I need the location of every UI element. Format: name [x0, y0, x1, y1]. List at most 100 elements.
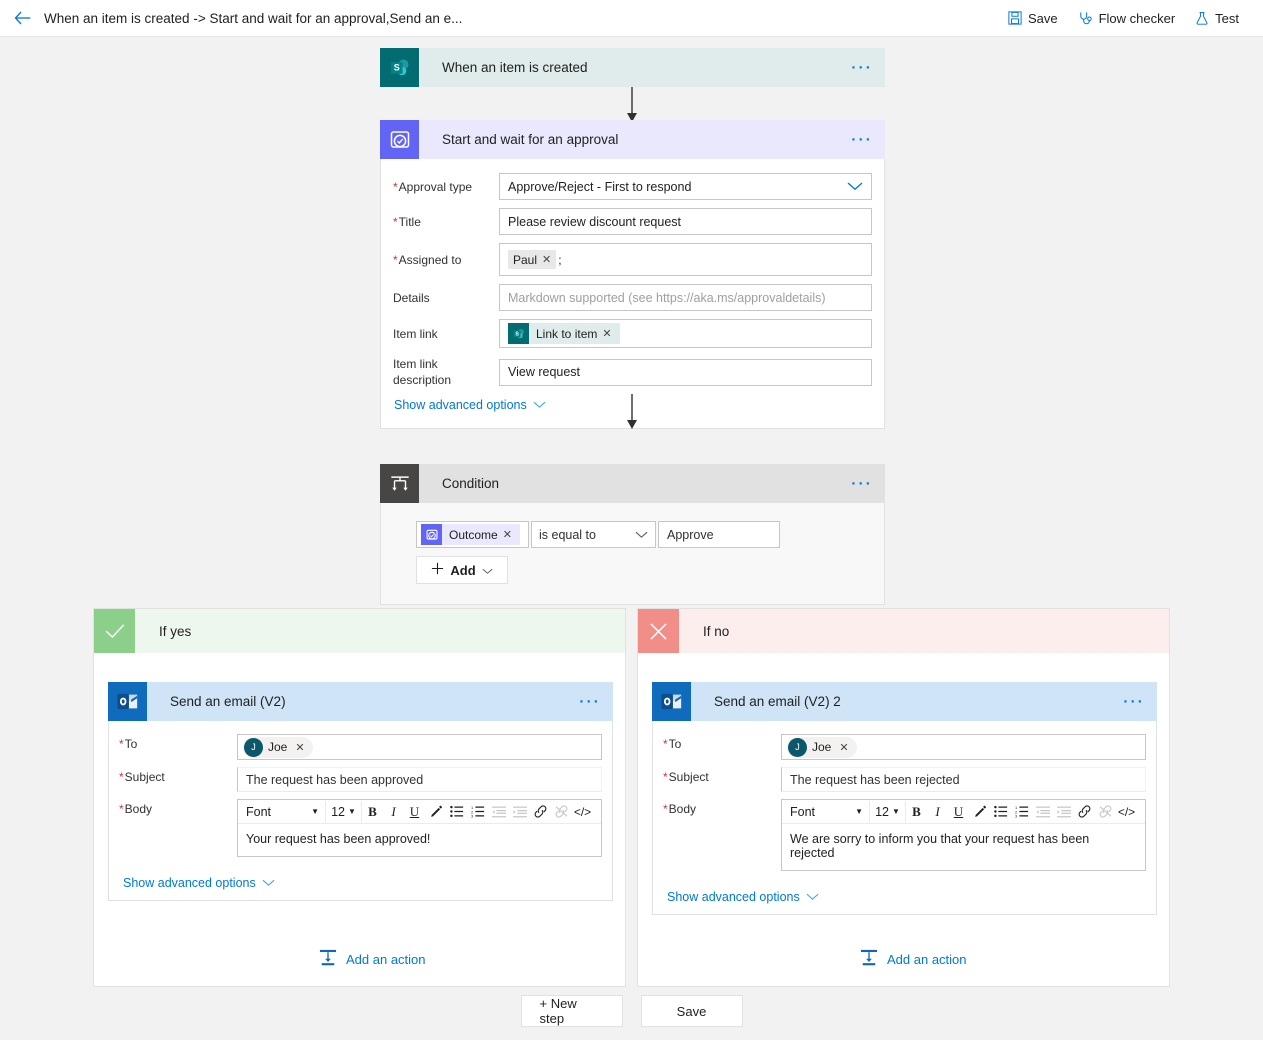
ellipsis-icon[interactable]: ···: [851, 476, 873, 491]
font-color-icon[interactable]: [425, 801, 446, 823]
item-link-input[interactable]: S Link to item ✕: [499, 319, 872, 348]
italic-icon[interactable]: I: [927, 801, 948, 823]
underline-icon[interactable]: U: [404, 801, 425, 823]
required-asterisk: *: [663, 802, 668, 816]
item-link-description-input[interactable]: View request: [499, 358, 872, 386]
body-value-yes[interactable]: Your request has been approved!: [238, 824, 601, 856]
save-command[interactable]: Save: [998, 0, 1068, 36]
condition-add-button[interactable]: Add: [416, 556, 508, 584]
chevron-down-icon: [847, 180, 863, 194]
decrease-indent-icon[interactable]: [488, 801, 509, 823]
insert-link-icon[interactable]: [1074, 801, 1095, 823]
required-asterisk: *: [663, 770, 668, 784]
test-command[interactable]: Test: [1185, 0, 1249, 36]
flow-canvas: S When an item is created ··· Start and …: [0, 37, 1263, 1040]
font-color-icon[interactable]: [969, 801, 990, 823]
approval-card-header[interactable]: Start and wait for an approval ···: [380, 120, 885, 159]
ellipsis-icon[interactable]: ···: [1123, 694, 1145, 709]
approval-type-dropdown[interactable]: Approve/Reject - First to respond: [499, 173, 872, 200]
back-button[interactable]: [0, 0, 44, 36]
avatar: J: [244, 737, 263, 757]
close-icon[interactable]: ✕: [503, 528, 515, 541]
font-size-dropdown[interactable]: 12 ▼: [326, 800, 362, 823]
ellipsis-icon[interactable]: ···: [579, 694, 601, 709]
bulleted-list-icon[interactable]: [446, 801, 467, 823]
to-input-yes[interactable]: J Joe ✕: [237, 734, 602, 760]
condition-card-header[interactable]: Condition ···: [380, 464, 885, 503]
subject-input-yes[interactable]: The request has been approved: [237, 767, 602, 792]
decrease-indent-icon[interactable]: [1032, 801, 1053, 823]
code-view-icon[interactable]: </>: [1116, 801, 1137, 823]
approval-title-input[interactable]: Please review discount request: [499, 208, 872, 235]
assigned-to-input[interactable]: Paul ✕ ;: [499, 243, 872, 276]
advanced-options-label: Show advanced options: [394, 398, 527, 412]
trigger-card[interactable]: S When an item is created ···: [380, 48, 885, 87]
command-bar-actions: Save Flow checker Test: [998, 0, 1263, 36]
save-button[interactable]: Save: [640, 995, 743, 1027]
send-email-yes-show-advanced-options[interactable]: Show advanced options: [123, 876, 275, 890]
subject-input-no[interactable]: The request has been rejected: [781, 767, 1146, 792]
item-link-token[interactable]: S Link to item ✕: [508, 323, 620, 344]
bold-icon[interactable]: B: [362, 801, 383, 823]
ellipsis-icon[interactable]: ···: [851, 132, 873, 147]
flow-checker-command[interactable]: Flow checker: [1068, 0, 1186, 36]
details-input[interactable]: Markdown supported (see https://aka.ms/a…: [499, 284, 872, 311]
approval-card[interactable]: Start and wait for an approval ··· * Appr…: [380, 120, 885, 429]
send-email-card-yes-header[interactable]: Send an email (V2) ···: [108, 682, 613, 721]
assigned-to-separator: ;: [558, 252, 562, 267]
outcome-token[interactable]: Outcome ✕: [421, 524, 520, 545]
condition-left-operand[interactable]: Outcome ✕: [416, 521, 529, 548]
required-asterisk: *: [393, 179, 398, 194]
recipient-token-label: Joe: [812, 740, 832, 754]
approval-show-advanced-options[interactable]: Show advanced options: [394, 398, 546, 412]
add-an-action-no[interactable]: Add an action: [860, 949, 967, 969]
remove-link-icon[interactable]: [1095, 801, 1116, 823]
label-text: Title: [398, 214, 421, 229]
checkmark-icon: [94, 609, 135, 653]
item-link-token-label: Link to item: [536, 326, 598, 341]
send-email-card-no[interactable]: Send an email (V2) 2 ··· *To J Joe ✕ *Su…: [652, 682, 1157, 915]
field-body: *Body Font ▼ 12 ▼ B I: [663, 799, 1146, 871]
condition-operator-value: is equal to: [539, 527, 596, 542]
numbered-list-icon[interactable]: 123: [467, 801, 488, 823]
condition-card[interactable]: Condition ··· Outcome ✕ is equal to Appr…: [380, 464, 885, 605]
recipient-token[interactable]: J Joe ✕: [243, 736, 313, 758]
bold-icon[interactable]: B: [906, 801, 927, 823]
code-view-icon[interactable]: </>: [572, 801, 593, 823]
to-input-no[interactable]: J Joe ✕: [781, 734, 1146, 760]
body-rich-text-editor-no[interactable]: Font ▼ 12 ▼ B I U 1 2 3 </> We are sorry…: [781, 799, 1146, 871]
font-family-dropdown[interactable]: Font ▼: [240, 800, 326, 823]
send-email-card-no-header[interactable]: Send an email (V2) 2 ···: [652, 682, 1157, 721]
body-rich-text-editor-yes[interactable]: Font ▼ 12 ▼ B I U 1 2 3 </> Your request…: [237, 799, 602, 857]
increase-indent-icon[interactable]: [509, 801, 530, 823]
approvals-icon: [380, 120, 419, 159]
font-family-dropdown[interactable]: Font ▼: [784, 800, 870, 823]
send-email-title-yes: Send an email (V2): [170, 694, 286, 709]
assigned-to-token[interactable]: Paul ✕: [508, 250, 557, 269]
ellipsis-icon[interactable]: ···: [851, 60, 873, 75]
field-label: *Subject: [119, 767, 237, 787]
condition-operator-dropdown[interactable]: is equal to: [531, 521, 656, 548]
italic-icon[interactable]: I: [383, 801, 404, 823]
condition-right-value-input[interactable]: Approve: [658, 521, 780, 548]
insert-link-icon[interactable]: [530, 801, 551, 823]
trigger-card-header[interactable]: S When an item is created ···: [380, 48, 885, 87]
remove-link-icon[interactable]: [551, 801, 572, 823]
body-value-no[interactable]: We are sorry to inform you that your req…: [782, 824, 1145, 870]
increase-indent-icon[interactable]: [1053, 801, 1074, 823]
field-assigned-to: *Assigned to Paul ✕ ;: [393, 243, 872, 276]
send-email-card-yes[interactable]: Send an email (V2) ··· *To J Joe ✕ *Subj…: [108, 682, 613, 901]
recipient-token[interactable]: J Joe ✕: [787, 736, 857, 758]
new-step-button[interactable]: + New step: [520, 995, 623, 1027]
send-email-no-show-advanced-options[interactable]: Show advanced options: [667, 890, 819, 904]
close-icon[interactable]: ✕: [602, 327, 614, 340]
add-an-action-yes[interactable]: Add an action: [319, 949, 426, 969]
close-icon[interactable]: ✕: [836, 741, 851, 754]
font-size-dropdown[interactable]: 12 ▼: [870, 800, 906, 823]
bulleted-list-icon[interactable]: [990, 801, 1011, 823]
underline-icon[interactable]: U: [948, 801, 969, 823]
numbered-list-icon[interactable]: 123: [1011, 801, 1032, 823]
close-icon[interactable]: ✕: [542, 253, 551, 266]
field-label: *Assigned to: [393, 252, 499, 268]
close-icon[interactable]: ✕: [292, 741, 307, 754]
